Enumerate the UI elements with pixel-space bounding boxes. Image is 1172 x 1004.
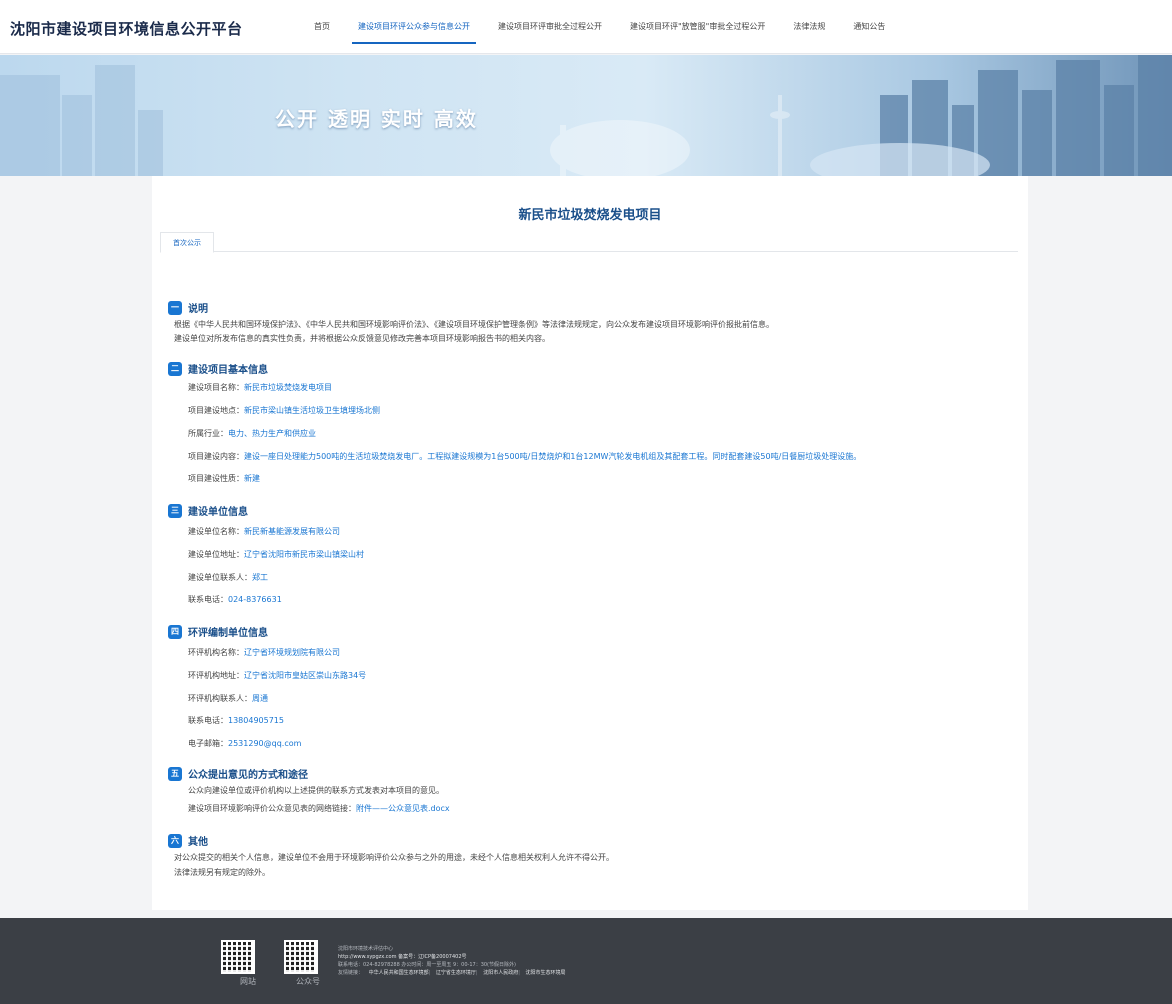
nav-home[interactable]: 首页 [314, 0, 330, 54]
explanation-text-2: 建设单位对所发布信息的真实性负责，并将根据公众反馈意见修改完善本项目环境影响报告… [174, 334, 550, 343]
tab-first-notice[interactable]: 首次公示 [160, 232, 214, 253]
friend-links-label: 友情链接： [338, 970, 364, 976]
field-label: 项目建设内容： [188, 452, 244, 461]
hero-banner: 公开 透明 实时 高效 [0, 55, 1172, 176]
eia-org-address-row: 环评机构地址：辽宁省沈阳市皇姑区崇山东路34号 [188, 670, 366, 681]
project-name-row: 建设项目名称：新民市垃圾焚烧发电项目 [188, 382, 332, 393]
field-label: 所属行业： [188, 429, 228, 438]
main-nav: 首页 建设项目环评公众参与信息公开 建设项目环评审批全过程公开 建设项目环评"放… [300, 0, 899, 54]
project-title: 新民市垃圾焚烧发电项目 [518, 208, 662, 223]
field-value: 辽宁省环境规划院有限公司 [244, 648, 340, 657]
section-number-badge: 一 [168, 300, 182, 315]
field-value: 周通 [252, 694, 268, 703]
nav-laws[interactable]: 法律法规 [793, 0, 825, 54]
builder-name-row: 建设单位名称：新民新基能源发展有限公司 [188, 526, 340, 537]
builder-phone-row: 联系电话：024-8376631 [188, 594, 282, 605]
feedback-text: 公众向建设单位或评价机构以上述提供的联系方式发表对本项目的意见。 [188, 786, 444, 795]
field-label: 建设单位地址： [188, 550, 244, 559]
section-title: 建设单位信息 [188, 507, 248, 518]
link-mee[interactable]: 中华人民共和国生态环境部 [369, 970, 429, 976]
field-value: 13804905715 [228, 716, 284, 725]
section-other-heading: 六 其他 [168, 833, 208, 848]
field-label: 联系电话： [188, 716, 228, 725]
field-label: 环评机构名称： [188, 648, 244, 657]
top-header: 沈阳市建设项目环境信息公开平台 首页 建设项目环评公众参与信息公开 建设项目环评… [0, 0, 1172, 54]
section-title: 其他 [188, 837, 208, 848]
nav-notices[interactable]: 通知公告 [853, 0, 885, 54]
link-shenyang-env[interactable]: 沈阳市生态环境局 [526, 970, 566, 976]
eia-org-email-row: 电子邮箱：2531290@qq.com [188, 738, 301, 749]
project-nature-row: 项目建设性质：新建 [188, 473, 260, 484]
qr-label-website: 网站 [240, 977, 256, 986]
field-label: 建设单位名称： [188, 527, 244, 536]
builder-contact-row: 建设单位联系人：郑工 [188, 572, 268, 583]
field-label: 环评机构联系人： [188, 694, 252, 703]
field-value: 新民市垃圾焚烧发电项目 [244, 383, 332, 392]
builder-address-row: 建设单位地址：辽宁省沈阳市新民市梁山镇梁山村 [188, 549, 364, 560]
nav-approval-process[interactable]: 建设项目环评审批全过程公开 [498, 0, 602, 54]
section-explanation-heading: 一 说明 [168, 300, 208, 315]
other-text-1: 对公众提交的相关个人信息，建设单位不会用于环境影响评价公众参与之外的用途，未经个… [174, 853, 614, 862]
field-value: 新民新基能源发展有限公司 [244, 527, 340, 536]
tab-bar: 首次公示 [160, 232, 1018, 253]
section-title: 建设项目基本信息 [188, 365, 268, 376]
field-label: 电子邮箱： [188, 739, 228, 748]
field-value: 建设一座日处理能力500吨的生活垃圾焚烧发电厂。工程拟建设规模为1台500吨/日… [244, 452, 862, 461]
field-label: 项目建设地点： [188, 406, 244, 415]
section-builder-heading: 三 建设单位信息 [168, 503, 248, 518]
website-qr-code [221, 940, 255, 974]
project-content-row: 项目建设内容：建设一座日处理能力500吨的生活垃圾焚烧发电厂。工程拟建设规模为1… [188, 451, 861, 462]
section-feedback-heading: 五 公众提出意见的方式和途径 [168, 766, 308, 781]
link-shenyang-gov[interactable]: 沈阳市人民政府 [483, 970, 518, 976]
opinion-form-download-link[interactable]: 附件——公众意见表.docx [356, 804, 450, 813]
section-number-badge: 六 [168, 833, 182, 848]
banner-slogan: 公开 透明 实时 高效 [275, 107, 478, 131]
field-value: 郑工 [252, 573, 268, 582]
eia-org-contact-row: 环评机构联系人：周通 [188, 693, 268, 704]
field-label: 建设项目环境影响评价公众意见表的网络链接： [188, 804, 356, 813]
project-industry-row: 所属行业：电力、热力生产和供应业 [188, 428, 316, 439]
field-label: 建设项目名称： [188, 383, 244, 392]
field-label: 环评机构地址： [188, 671, 244, 680]
section-number-badge: 五 [168, 766, 182, 781]
link-liaoning-env[interactable]: 辽宁省生态环境厅 [436, 970, 476, 976]
section-number-badge: 二 [168, 361, 182, 376]
section-eia-org-heading: 四 环评编制单位信息 [168, 624, 268, 639]
other-text-2: 法律法规另有规定的除外。 [174, 868, 270, 877]
field-value: 新民市梁山镇生活垃圾卫生填埋场北侧 [244, 406, 380, 415]
section-project-info-heading: 二 建设项目基本信息 [168, 361, 268, 376]
eia-org-name-row: 环评机构名称：辽宁省环境规划院有限公司 [188, 647, 340, 658]
city-skyline-graphic [0, 55, 1172, 176]
footer-contact: 联系电话：024-82978288 办公时间：周一至周五 9：00-17：30(… [338, 962, 516, 968]
footer-url-text[interactable]: http://www.sypgzx.com 备案号：辽ICP备20007402号 [338, 954, 467, 960]
nav-fangguanfu-approval[interactable]: 建设项目环评"放管服"审批全过程公开 [630, 0, 765, 54]
footer-org: 沈阳市环境技术评估中心 [338, 946, 394, 952]
field-value: 024-8376631 [228, 595, 282, 604]
field-value: 辽宁省沈阳市新民市梁山镇梁山村 [244, 550, 364, 559]
content-card: 新民市垃圾焚烧发电项目 首次公示 一 说明 根据《中华人民共和国环境保护法》、《… [152, 176, 1028, 910]
field-value: 辽宁省沈阳市皇姑区崇山东路34号 [244, 671, 367, 680]
wechat-qr-code [284, 940, 318, 974]
field-value: 新建 [244, 474, 260, 483]
eia-org-phone-row: 联系电话：13804905715 [188, 715, 284, 726]
field-label: 联系电话： [188, 595, 228, 604]
qr-label-official-account: 公众号 [296, 977, 320, 986]
section-title: 环评编制单位信息 [188, 628, 268, 639]
section-number-badge: 四 [168, 624, 182, 639]
section-title: 公众提出意见的方式和途径 [188, 770, 308, 781]
feedback-link-row: 建设项目环境影响评价公众意见表的网络链接：附件——公众意见表.docx [188, 803, 450, 814]
field-label: 建设单位联系人： [188, 573, 252, 582]
section-number-badge: 三 [168, 503, 182, 518]
field-label: 项目建设性质： [188, 474, 244, 483]
project-location-row: 项目建设地点：新民市梁山镇生活垃圾卫生填埋场北侧 [188, 405, 380, 416]
section-title: 说明 [188, 304, 208, 315]
field-value: 2531290@qq.com [228, 739, 302, 748]
field-value: 电力、热力生产和供应业 [228, 429, 316, 438]
explanation-text-1: 根据《中华人民共和国环境保护法》、《中华人民共和国环境影响评价法》、《建设项目环… [174, 320, 774, 329]
site-title[interactable]: 沈阳市建设项目环境信息公开平台 [10, 18, 243, 39]
page-footer: 网站 公众号 沈阳市环境技术评估中心 http://www.sypgzx.com… [0, 918, 1172, 1004]
footer-friend-links: 友情链接： 中华人民共和国生态环境部| 辽宁省生态环境厅| 沈阳市人民政府| 沈… [338, 970, 566, 976]
footer-url-icp: http://www.sypgzx.com 备案号：辽ICP备20007402号 [338, 953, 467, 960]
nav-public-participation[interactable]: 建设项目环评公众参与信息公开 [352, 0, 476, 54]
